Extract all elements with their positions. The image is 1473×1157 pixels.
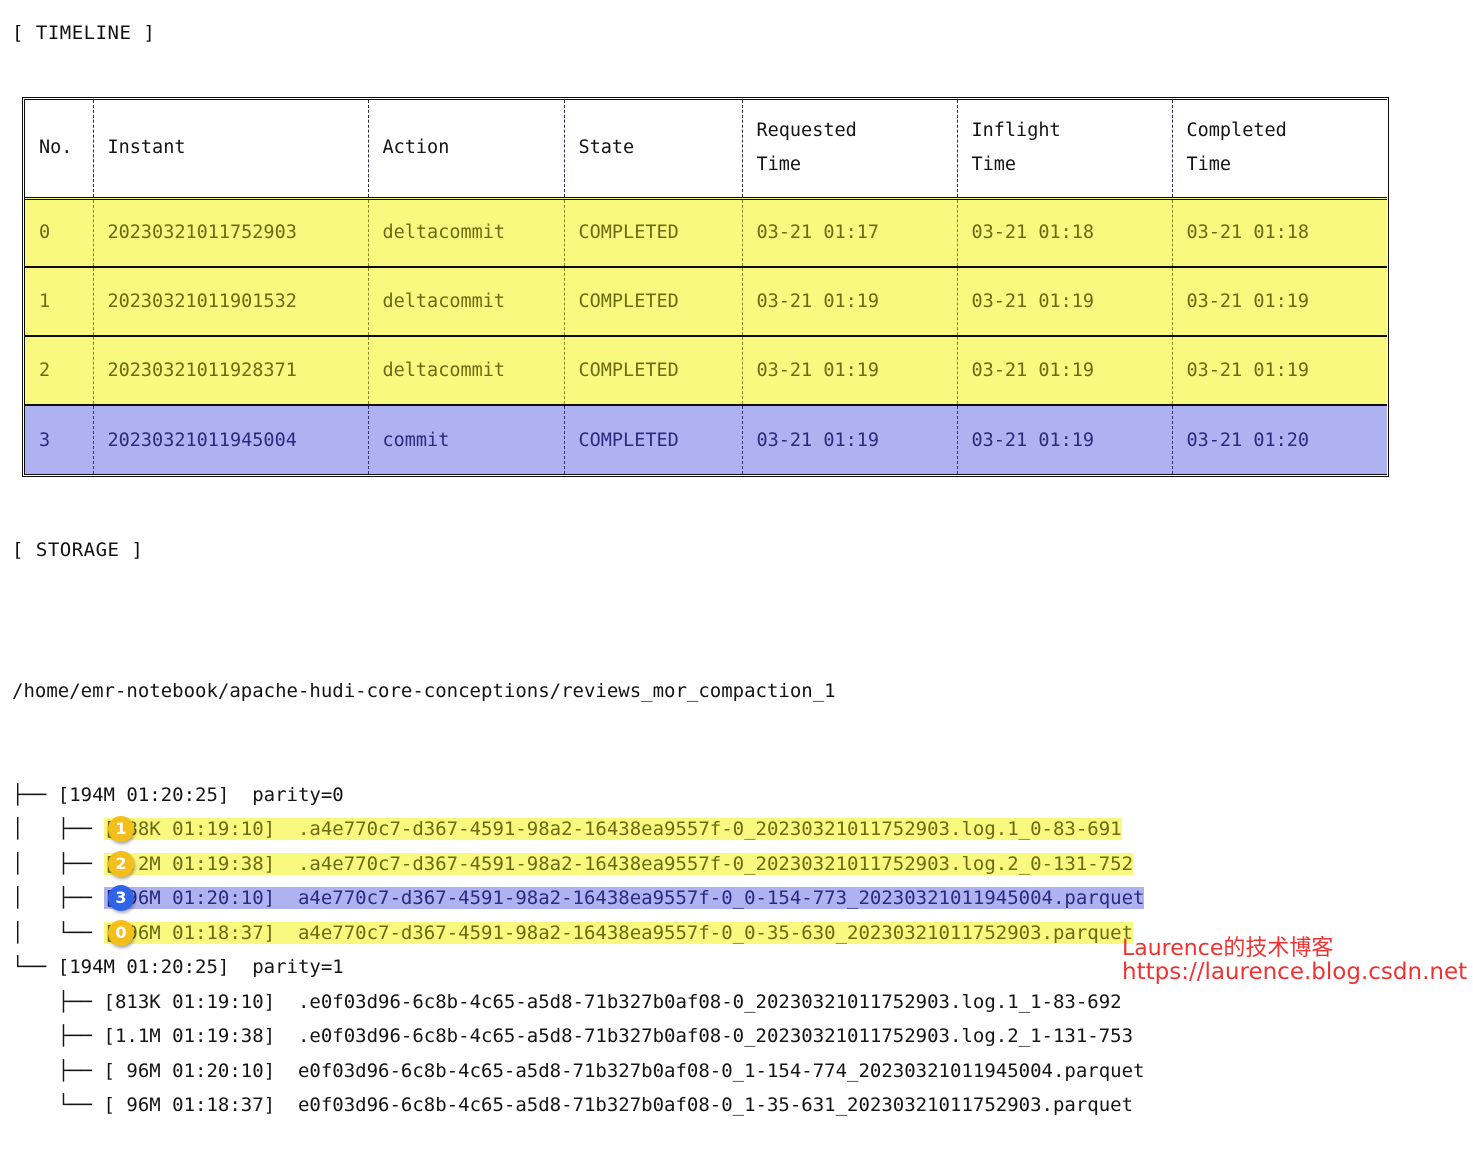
table-row: 0 20230321011752903 deltacommit COMPLETED 03… <box>25 198 1387 268</box>
cell-action: deltacommit <box>368 267 565 337</box>
storage-tree: /home/emr-notebook/apache-hudi-core-conc… <box>12 605 1145 1157</box>
tree-entry-text: [ 96M 01:18:37] e0f03d96-6c8b-4c65-a5d8-… <box>103 1094 1134 1116</box>
cell-inflight: 03-21 01:19 <box>957 267 1173 337</box>
cell-no: 2 <box>25 336 94 406</box>
table-header-row: No. Instant Action State Requested Time I… <box>25 100 1387 200</box>
tree-entry-text: [194M 01:20:25] parity=0 <box>57 783 344 806</box>
column-header-requested-line2: Time <box>756 154 802 176</box>
storage-tree-lines: ├── [194M 01:20:25] parity=0 │ ├── [788K … <box>12 778 1145 1123</box>
tree-entry-text: [194M 01:20:25] parity=1 <box>57 956 344 978</box>
tree-line: │ ├── [788K 01:19:10] .a4e770c7-d367-459… <box>12 812 1144 847</box>
cell-action: deltacommit <box>368 198 565 268</box>
cell-requested: 03-21 01:19 <box>742 405 958 474</box>
tree-entry-text: [ 96M 01:20:10] a4e770c7-d367-4591-98a2-… <box>103 887 1145 909</box>
timeline-table-body: 0 20230321011752903 deltacommit COMPLETED 03… <box>25 198 1387 474</box>
tree-line: │ ├── [ 96M 01:20:10] a4e770c7-d367-4591… <box>12 881 1145 916</box>
cell-completed: 03-21 01:19 <box>1172 336 1387 406</box>
tree-line: ├── [ 96M 01:20:10] e0f03d96-6c8b-4c65-a… <box>12 1054 1145 1089</box>
storage-section-caption: [ STORAGE ] <box>12 539 144 561</box>
timeline-table: No. Instant Action State Requested Time I… <box>25 100 1387 474</box>
cell-state: COMPLETED <box>564 336 743 406</box>
column-header-inflight-line2: Time <box>971 154 1017 176</box>
cell-state: COMPLETED <box>564 267 743 337</box>
cell-inflight: 03-21 01:18 <box>957 198 1173 268</box>
cell-requested: 03-21 01:19 <box>742 267 958 337</box>
column-header-inflight-time: Inflight Time <box>957 100 1173 200</box>
table-row: 3 20230321011945004 commit COMPLETED 03-21 0… <box>25 405 1387 474</box>
tree-branch-glyph: ├── <box>12 990 104 1013</box>
cell-requested: 03-21 01:19 <box>742 336 958 406</box>
storage-root-path: /home/emr-notebook/apache-hudi-core-conc… <box>12 680 836 702</box>
tree-branch-glyph: └── <box>12 956 58 978</box>
tree-entry-text: [788K 01:19:10] .a4e770c7-d367-4591-98a2… <box>103 818 1122 840</box>
step-badge-2: 2 <box>108 850 134 877</box>
timeline-table-container: No. Instant Action State Requested Time I… <box>22 97 1389 477</box>
cell-completed: 03-21 01:20 <box>1172 405 1387 474</box>
cell-requested: 03-21 01:17 <box>742 198 958 268</box>
cell-action: commit <box>368 405 565 474</box>
cell-no: 0 <box>25 198 94 268</box>
column-header-completed-time: Completed Time <box>1172 100 1387 200</box>
column-header-completed-line2: Time <box>1186 154 1232 176</box>
cell-instant: 20230321011901532 <box>93 267 369 337</box>
tree-branch-glyph: │ ├── <box>12 818 104 840</box>
cell-instant: 20230321011752903 <box>93 198 369 268</box>
tree-entry-text: [ 96M 01:18:37] a4e770c7-d367-4591-98a2-… <box>103 921 1134 944</box>
tree-branch-glyph: └── <box>12 1094 104 1116</box>
watermark-title: Laurence的技术博客 <box>1122 936 1334 961</box>
tree-line: └── [ 96M 01:18:37] e0f03d96-6c8b-4c65-a… <box>12 1088 1144 1123</box>
cell-inflight: 03-21 01:19 <box>957 405 1173 474</box>
tree-branch-glyph: ├── <box>12 1059 104 1082</box>
tree-entry-text: [ 96M 01:20:10] e0f03d96-6c8b-4c65-a5d8-… <box>103 1059 1145 1082</box>
tree-entry-text: [1.1M 01:19:38] .e0f03d96-6c8b-4c65-a5d8… <box>103 1025 1134 1047</box>
cell-completed: 03-21 01:18 <box>1172 198 1387 268</box>
tree-line: │ ├── [1.2M 01:19:38] .a4e770c7-d367-459… <box>12 847 1144 882</box>
tree-line: └── [194M 01:20:25] parity=1 <box>12 950 1144 985</box>
cell-no: 1 <box>25 267 94 337</box>
tree-entry-text: [1.2M 01:19:38] .a4e770c7-d367-4591-98a2… <box>103 852 1134 875</box>
cell-instant: 20230321011945004 <box>93 405 369 474</box>
cell-state: COMPLETED <box>564 198 743 268</box>
column-header-action: Action <box>368 100 565 200</box>
step-badge-1: 1 <box>108 816 134 842</box>
cell-action: deltacommit <box>368 336 565 406</box>
cell-inflight: 03-21 01:19 <box>957 336 1173 406</box>
cell-completed: 03-21 01:19 <box>1172 267 1387 337</box>
cell-state: COMPLETED <box>564 405 743 474</box>
tree-line: │ └── [ 96M 01:18:37] a4e770c7-d367-4591… <box>12 916 1144 951</box>
tree-branch-glyph: ├── <box>12 783 58 806</box>
tree-branch-glyph: ├── <box>12 1025 104 1047</box>
timeline-section-caption: [ TIMELINE ] <box>12 22 156 44</box>
tree-line: ├── [1.1M 01:19:38] .e0f03d96-6c8b-4c65-… <box>12 1019 1144 1054</box>
step-badge-0: 0 <box>108 919 134 946</box>
column-header-requested-time: Requested Time <box>742 100 958 200</box>
timeline-table-head: No. Instant Action State Requested Time I… <box>25 100 1387 200</box>
table-row: 1 20230321011901532 deltacommit COMPLETED 03… <box>25 267 1387 337</box>
column-header-inflight-line1: Inflight <box>971 120 1061 142</box>
column-header-no: No. <box>25 100 94 200</box>
tree-branch-glyph: │ ├── <box>12 852 104 875</box>
column-header-instant: Instant <box>93 100 369 200</box>
column-header-state: State <box>564 100 743 200</box>
step-badge-3: 3 <box>108 885 134 911</box>
tree-branch-glyph: │ ├── <box>12 887 104 909</box>
table-row: 2 20230321011928371 deltacommit COMPLETED 03… <box>25 336 1387 406</box>
tree-line: ├── [194M 01:20:25] parity=0 <box>12 778 1144 813</box>
column-header-requested-line1: Requested <box>756 120 857 142</box>
watermark-url: https://laurence.blog.csdn.net <box>1122 959 1468 985</box>
cell-no: 3 <box>25 405 94 474</box>
cell-instant: 20230321011928371 <box>93 336 369 406</box>
tree-entry-text: [813K 01:19:10] .e0f03d96-6c8b-4c65-a5d8… <box>103 990 1122 1013</box>
column-header-completed-line1: Completed <box>1186 120 1287 142</box>
tree-line: ├── [813K 01:19:10] .e0f03d96-6c8b-4c65-… <box>12 985 1144 1020</box>
tree-branch-glyph: │ └── <box>12 921 104 944</box>
